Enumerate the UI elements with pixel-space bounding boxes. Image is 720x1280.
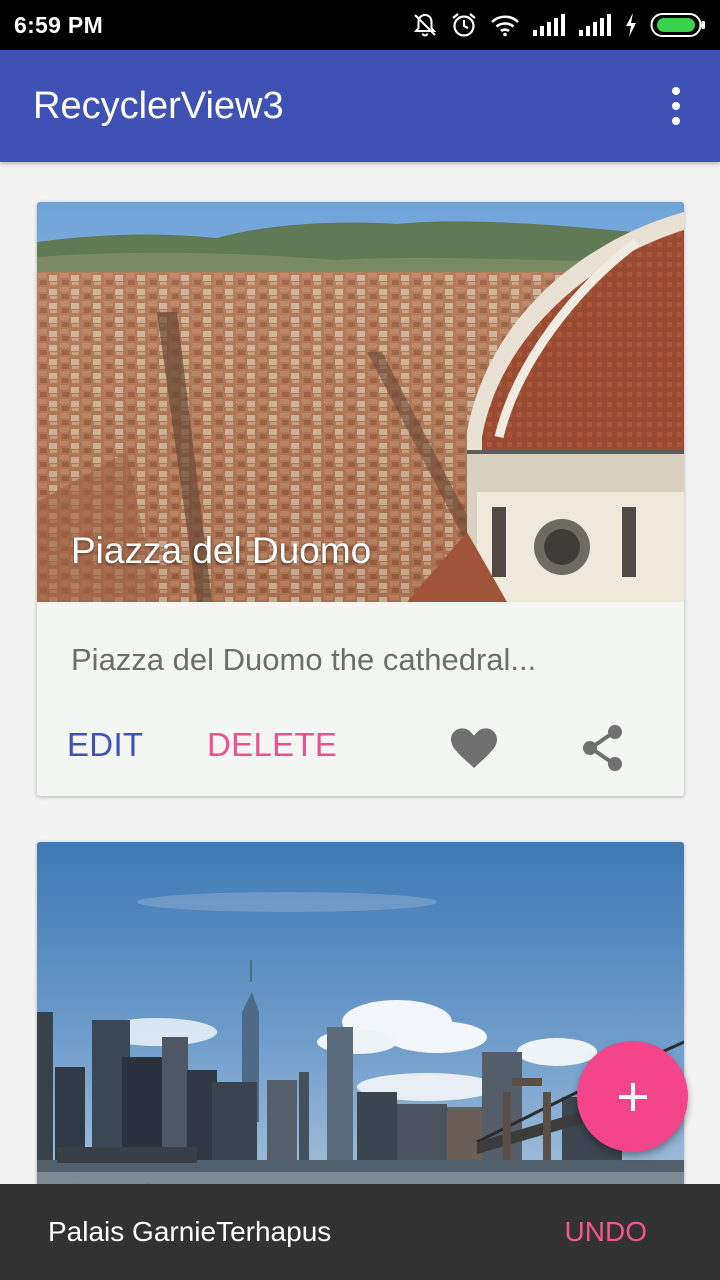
status-bar: 6:59 PM [0, 0, 720, 50]
overflow-menu-icon[interactable] [656, 76, 696, 136]
card[interactable]: Piazza del Duomo Piazza del Duomo the ca… [37, 202, 684, 796]
share-icon[interactable] [581, 724, 625, 772]
signal-icon [533, 14, 565, 36]
charging-icon [626, 13, 636, 37]
status-time: 6:59 PM [14, 11, 104, 38]
undo-button[interactable]: UNDO [565, 1216, 647, 1248]
card[interactable]: Manhattan [37, 842, 684, 1202]
snackbar: Palais GarnieTerhapus UNDO [0, 1184, 720, 1280]
edit-button[interactable]: EDIT [67, 726, 143, 764]
card-description: Piazza del Duomo the cathedral... [71, 642, 537, 677]
plus-icon [618, 1082, 647, 1111]
snackbar-message: Palais GarnieTerhapus [48, 1216, 332, 1247]
bell-muted-icon [413, 13, 437, 37]
delete-button[interactable]: DELETE [207, 726, 337, 764]
signal-icon [579, 14, 611, 36]
app-bar: RecyclerView3 [0, 50, 720, 162]
add-fab-button[interactable] [577, 1041, 688, 1152]
card-image: Manhattan [37, 842, 684, 1202]
screen: 6:59 PM RecyclerView3 Piazza del Duomo P… [0, 0, 720, 1280]
manhattan-photo [37, 842, 684, 1202]
wifi-icon [491, 15, 519, 37]
status-icons [412, 11, 706, 39]
card-title: Piazza del Duomo [71, 530, 372, 571]
battery-icon [650, 13, 705, 37]
card-image: Piazza del Duomo [37, 202, 684, 602]
card-actions: EDIT DELETE [37, 712, 684, 796]
app-title: RecyclerView3 [33, 84, 284, 127]
alarm-icon [452, 13, 476, 37]
heart-icon[interactable] [451, 726, 497, 770]
